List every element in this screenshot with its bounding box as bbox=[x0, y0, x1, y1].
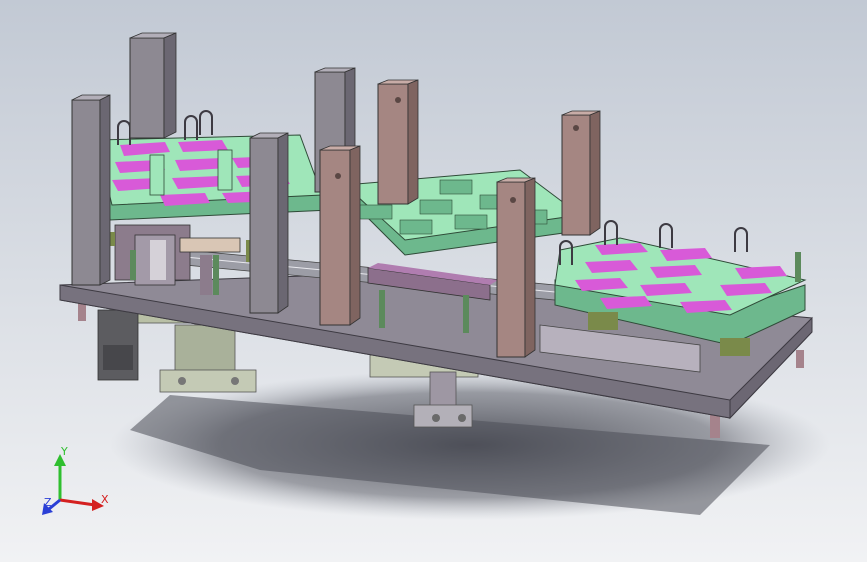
x-axis-label: X bbox=[101, 493, 109, 506]
post-front-right bbox=[496, 177, 536, 358]
post-back-right bbox=[561, 110, 601, 236]
cad-model-view[interactable]: Y X Z bbox=[0, 0, 867, 562]
graphics-viewport[interactable]: Y X Z bbox=[0, 0, 867, 562]
z-axis-label: Z bbox=[44, 496, 52, 509]
post-back-center bbox=[377, 79, 419, 205]
post-front-mid bbox=[319, 145, 361, 326]
post-back-left bbox=[129, 32, 177, 139]
y-axis-label: Y bbox=[60, 445, 68, 458]
post-front-lm bbox=[249, 132, 289, 314]
post-front-left bbox=[71, 94, 111, 286]
